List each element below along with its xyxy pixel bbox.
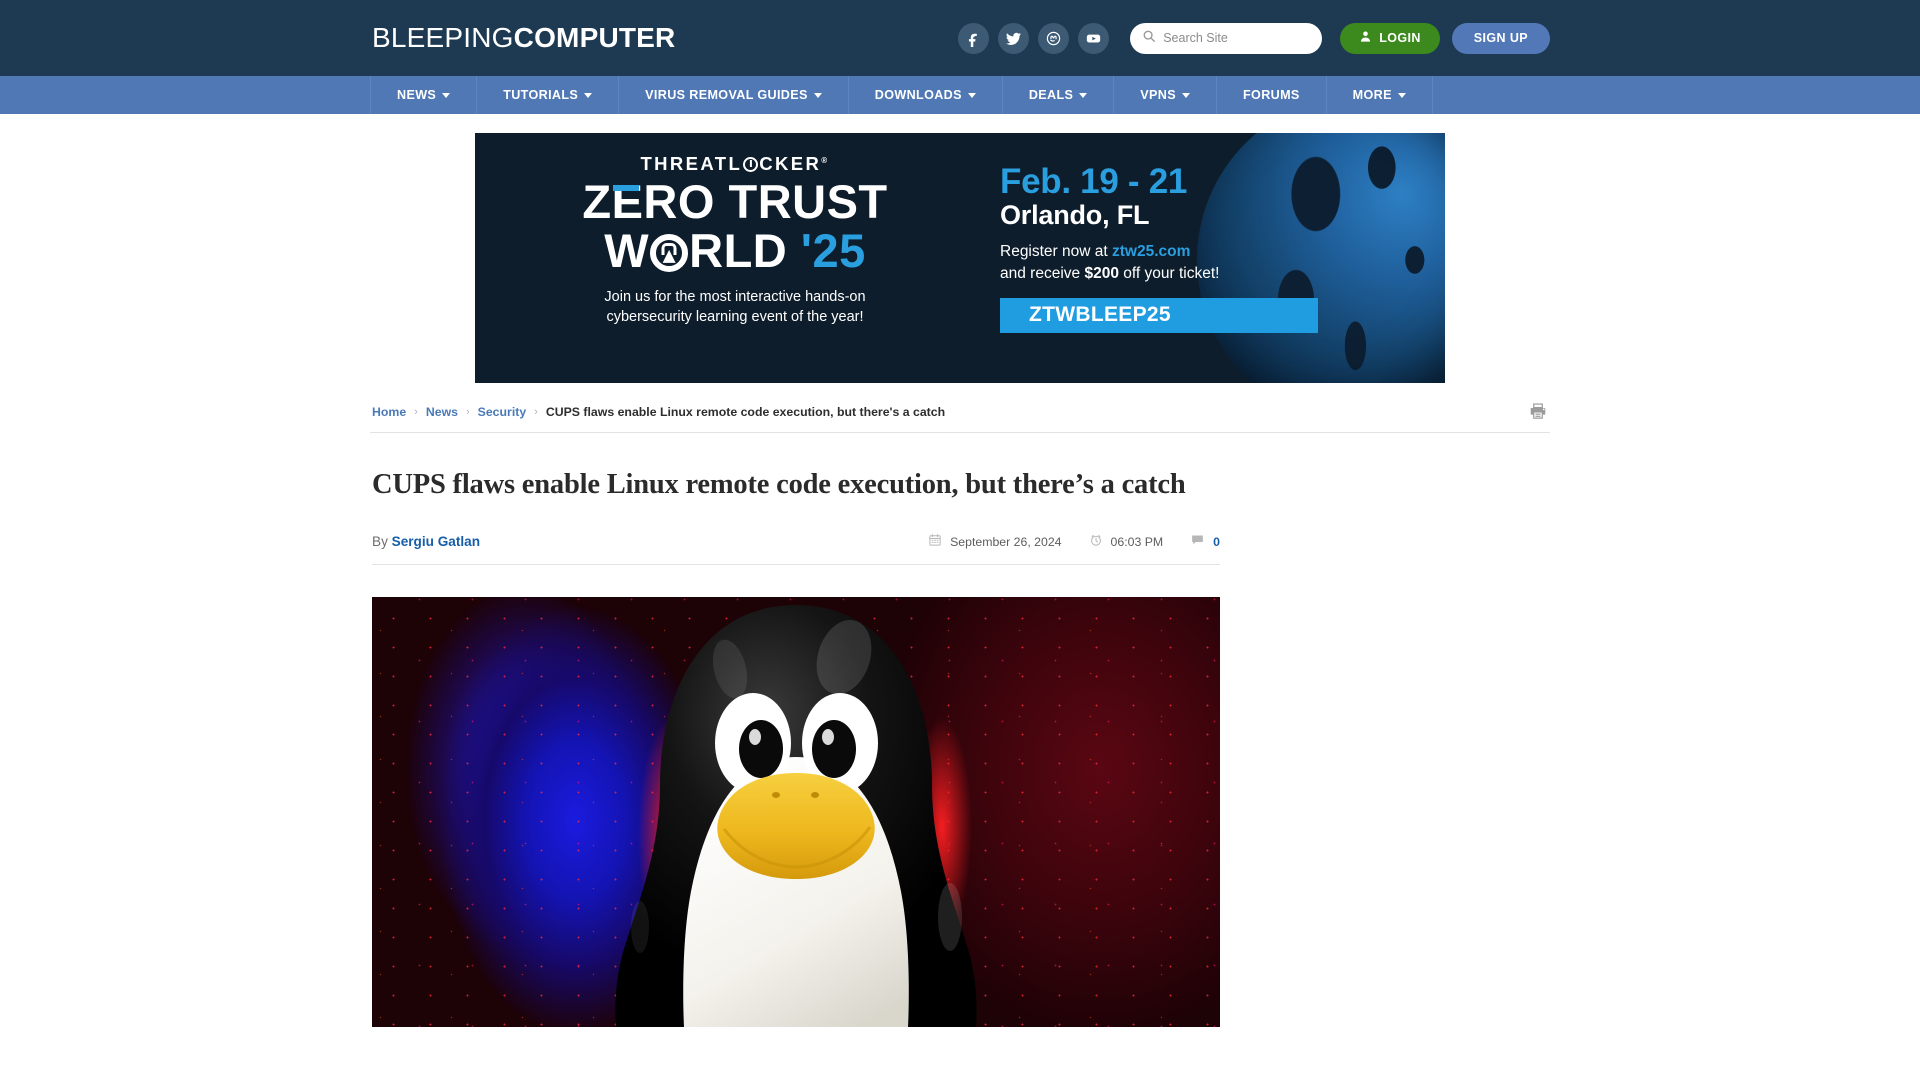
breadcrumb-item-current: CUPS flaws enable Linux remote code exec… [545,404,946,419]
ad-subtext-line1: Join us for the most interactive hands-o… [604,288,866,305]
ad-head2-w: W [604,223,650,277]
signup-label: SIGN UP [1473,31,1528,45]
ad-year: '25 [800,223,866,277]
twitter-icon[interactable] [998,22,1030,54]
page-title: CUPS flaws enable Linux remote code exec… [372,469,1186,500]
article-meta: By Sergiu Gatlan September 26, 2024 06:0… [372,507,1220,565]
article: CUPS flaws enable Linux remote code exec… [370,433,1550,1027]
publish-time: 06:03 PM [1089,533,1164,550]
nav-item-virus-removal-guides[interactable]: VIRUS REMOVAL GUIDES [619,76,849,114]
nav-item-label: DEALS [1028,88,1074,102]
login-button[interactable]: LOGIN [1340,22,1440,54]
ad-right-column: Feb. 19 - 21 Orlando, FL Register now at… [1000,163,1420,333]
ad-offer-prefix: and receive [1000,264,1085,282]
ad-offer-amount: $200 [1084,264,1119,282]
ad-head1-e: E [611,175,644,228]
nav-item-label: FORUMS [1243,88,1300,102]
search-icon [1142,29,1156,48]
power-icon [743,157,759,172]
ad-head1-rest: RO TRUST [643,175,888,228]
nav-item-more[interactable]: MORE [1327,76,1433,114]
ad-headline-line2: W RLD '25 [475,223,995,277]
mastodon-icon[interactable] [1038,22,1070,54]
printer-icon[interactable] [1528,402,1548,421]
advertisement-zone: THREATL CKER® ZERO TRUST W RLD '25 Join us… [370,114,1550,383]
site-header: BLEEPINGCOMPUTER Search Site LOGIN SIGN … [0,0,1920,76]
chevron-down-icon [1182,92,1190,98]
breadcrumb-item-home[interactable]: Home [372,405,406,419]
nav-item-news[interactable]: NEWS [371,76,478,114]
youtube-icon[interactable] [1078,22,1110,54]
chevron-down-icon [442,92,451,98]
ad-head2-rest: RLD [689,223,788,277]
breadcrumb: Home › News › Security › CUPS flaws enab… [370,383,1550,433]
chevron-down-icon [1397,92,1406,98]
comment-count-text: 0 [1213,534,1220,549]
logo-text-light: BLEEPING [372,22,514,53]
nav-item-label: VPNS [1140,88,1176,102]
nav-item-label: TUTORIALS [503,88,579,102]
comment-icon [1190,533,1205,550]
ad-banner-threatlocker[interactable]: THREATL CKER® ZERO TRUST W RLD '25 Join us… [475,133,1445,383]
calendar-icon [928,533,942,550]
chevron-down-icon [967,92,976,98]
nav-item-vpns[interactable]: VPNS [1114,76,1217,114]
publish-date-text: September 26, 2024 [950,534,1062,549]
publish-time-text: 06:03 PM [1110,534,1164,549]
signup-button[interactable]: SIGN UP [1451,22,1550,54]
chevron-down-icon [813,92,822,98]
ad-subtext-line2: cybersecurity learning event of the year… [606,308,864,325]
main-navigation: NEWS TUTORIALS VIRUS REMOVAL GUIDES DOWNLOA… [0,76,1920,114]
breadcrumb-item-news[interactable]: News [426,405,458,419]
ad-register-site[interactable]: ztw25.com [1112,243,1190,260]
ad-headline-line1: ZERO TRUST [475,175,995,228]
ad-register-prefix: Register now at [1000,242,1112,260]
facebook-icon[interactable] [958,22,990,54]
tux-penguin-graphic [615,605,977,1027]
nav-item-deals[interactable]: DEALS [1003,76,1115,114]
ad-event-city: Orlando, FL [1000,200,1150,231]
ad-event-dates: Feb. 19 - 21 [1000,162,1188,201]
lock-icon [650,233,689,272]
login-label: LOGIN [1379,31,1421,45]
search-box[interactable] [1130,22,1323,54]
breadcrumb-separator: › [414,405,418,418]
search-input[interactable] [1163,31,1314,45]
logo-text-bold: COMPUTER [513,22,676,53]
comment-count[interactable]: 0 [1190,533,1220,550]
publish-date: September 26, 2024 [928,533,1062,550]
ad-brand-logo: THREATL CKER® [475,153,995,175]
ad-register-line: Register now at ztw25.com [1000,241,1420,263]
byline-prefix: By [372,534,392,549]
nav-item-label: NEWS [397,88,437,102]
chevron-down-icon [1079,92,1088,98]
ad-promo-code[interactable]: ZTWBLEEP25 [1000,297,1318,333]
article-hero-image[interactable] [372,597,1220,1027]
user-icon [1359,30,1372,46]
nav-item-forums[interactable]: FORUMS [1217,76,1327,114]
ad-offer-line: and receive $200 off your ticket! [1000,263,1420,285]
ad-subtext: Join us for the most interactive hands-o… [475,287,995,327]
nav-item-label: MORE [1352,88,1392,102]
ad-offer-suffix: off your ticket! [1118,264,1220,282]
ad-brand-text: THREATL [640,153,743,174]
author-link[interactable]: Sergiu Gatlan [392,534,480,549]
chevron-down-icon [584,92,593,98]
nav-item-label: VIRUS REMOVAL GUIDES [645,88,808,102]
ad-registered-mark: ® [821,156,830,165]
ad-brand-tail: CKER [759,153,822,174]
byline: By Sergiu Gatlan [372,534,480,549]
site-logo[interactable]: BLEEPINGCOMPUTER [372,22,675,54]
breadcrumb-item-security[interactable]: Security [478,405,527,419]
clock-icon [1089,533,1103,550]
breadcrumb-separator: › [465,405,470,418]
ad-left-column: THREATL CKER® ZERO TRUST W RLD '25 Join us… [475,133,995,327]
nav-item-label: DOWNLOADS [874,88,962,102]
ad-head1-z: Z [582,175,612,228]
breadcrumb-separator: › [534,405,538,418]
social-links [958,22,1110,54]
nav-item-tutorials[interactable]: TUTORIALS [477,76,620,114]
nav-item-downloads[interactable]: DOWNLOADS [849,76,1003,114]
